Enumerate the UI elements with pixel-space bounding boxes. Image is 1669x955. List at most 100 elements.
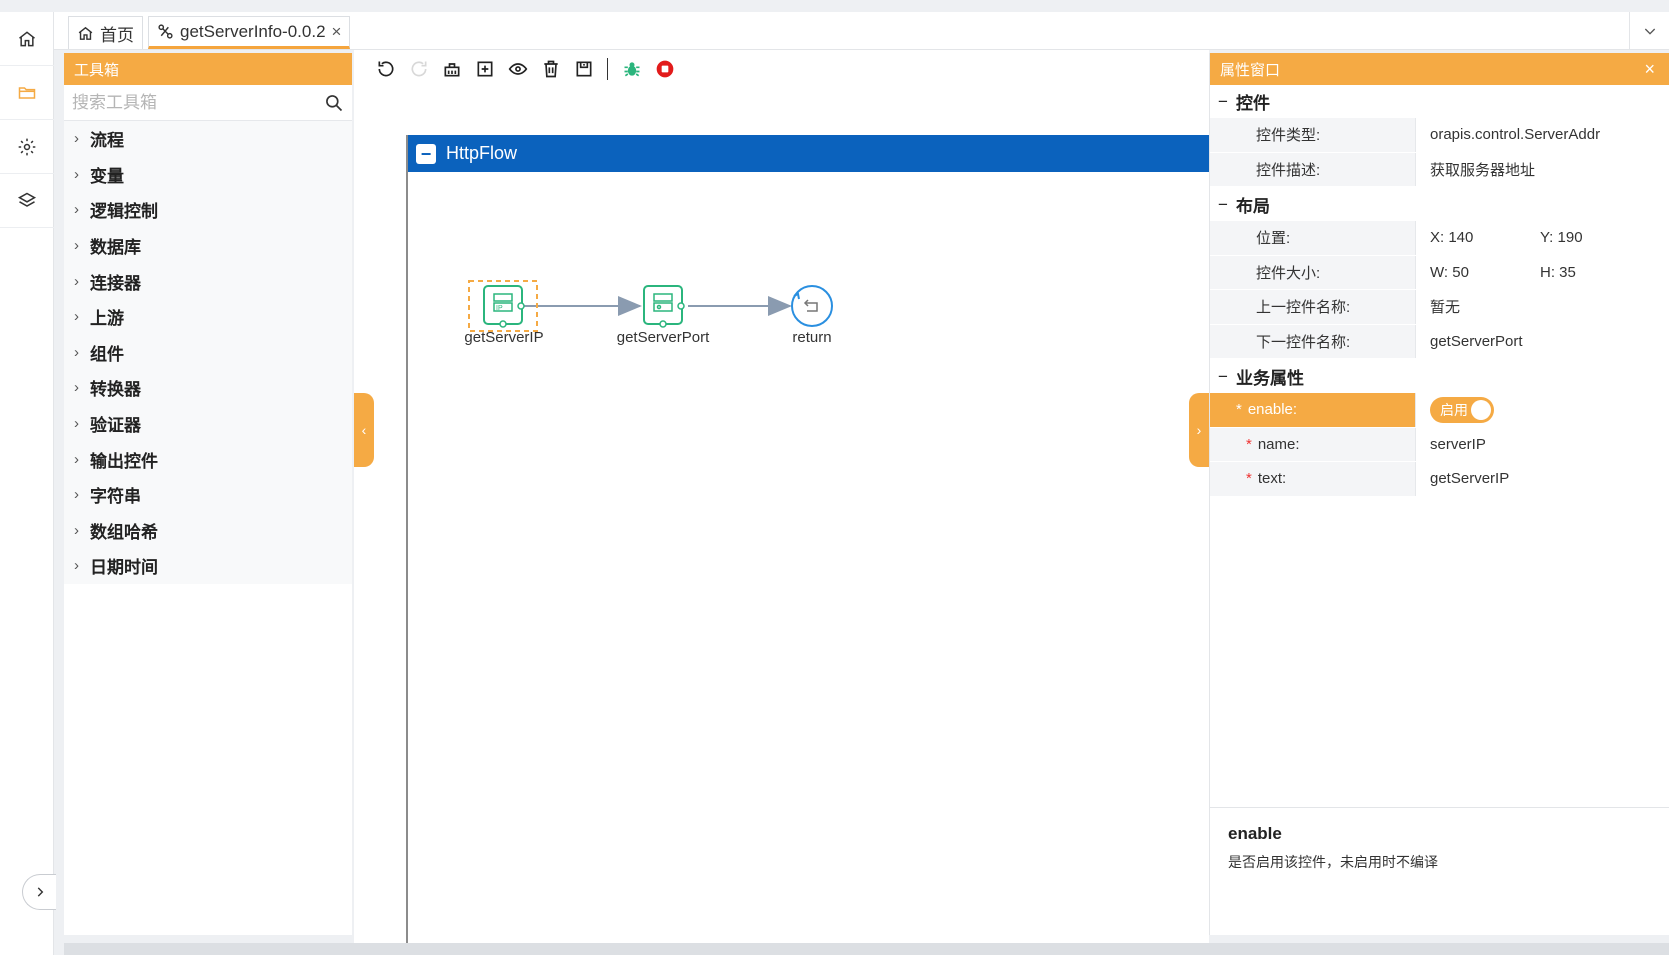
undo-button[interactable] <box>376 59 396 79</box>
toolbox-panel: 工具箱 › 流程 › 变量 › 逻辑控制 › 数据库 › 连接器 › 上游 › 组件 › 转换器… <box>64 53 352 935</box>
chevron-right-icon: › <box>74 415 79 433</box>
tree-item-label: 输出控件 <box>90 451 158 471</box>
node-label-getserverport: getServerPort <box>616 329 710 346</box>
prop-row-text[interactable]: * text: getServerIP <box>1210 462 1669 497</box>
tree-item-label: 连接器 <box>90 273 141 293</box>
layers-icon <box>17 192 37 207</box>
rail-expand-button[interactable] <box>22 874 56 910</box>
tab-getserverinfo-label: getServerInfo-0.0.2 <box>180 21 326 41</box>
tree-item-flow[interactable]: › 流程 <box>64 121 352 157</box>
tree-item-variable[interactable]: › 变量 <box>64 157 352 193</box>
text-field[interactable]: getServerIP <box>1416 462 1669 496</box>
stop-icon <box>656 60 674 78</box>
fit-button[interactable] <box>475 59 495 79</box>
tab-bar: 首页 getServerInfo-0.0.2 × <box>54 12 1669 50</box>
prop-key: 位置: <box>1210 221 1416 255</box>
tree-item-label: 数组哈希 <box>90 522 158 542</box>
toolbox-search-input[interactable] <box>64 85 352 120</box>
help-box: enable 是否启用该控件，未启用时不编译 <box>1210 807 1669 935</box>
tab-home-label: 首页 <box>100 25 134 45</box>
chevron-right-icon: › <box>74 237 79 255</box>
chevron-down-icon <box>1644 28 1655 35</box>
help-text: 是否启用该控件，未启用时不编译 <box>1228 854 1438 870</box>
flow-diagram: IP <box>468 280 833 332</box>
delete-button[interactable] <box>541 59 561 79</box>
save-button[interactable] <box>574 59 594 79</box>
name-field[interactable]: serverIP <box>1416 427 1669 461</box>
debug-button[interactable] <box>622 59 642 79</box>
required-mark: * <box>1236 401 1242 419</box>
chevron-right-icon: › <box>74 379 79 397</box>
tree-item-converter[interactable]: › 转换器 <box>64 370 352 406</box>
horizontal-scrollbar[interactable] <box>64 943 1669 955</box>
rail-settings[interactable] <box>0 120 54 174</box>
chevron-right-icon: › <box>74 308 79 326</box>
collapse-flow-button[interactable]: − <box>416 143 436 164</box>
gear-icon <box>18 138 36 155</box>
size-h: H: 35 <box>1540 263 1576 281</box>
prop-row-desc: 控件描述: 获取服务器地址 <box>1210 152 1669 187</box>
prop-row-next: 下一控件名称: getServerPort <box>1210 324 1669 359</box>
prop-row-size: 控件大小: W: 50 H: 35 <box>1210 255 1669 290</box>
prop-row-position: 位置: X: 140 Y: 190 <box>1210 221 1669 256</box>
tree-item-array-hash[interactable]: › 数组哈希 <box>64 513 352 549</box>
section-title: 业务属性 <box>1236 369 1304 388</box>
search-icon[interactable] <box>324 93 344 113</box>
properties-panel: 属性窗口 × − 控件 控件类型: orapis.control.ServerAd… <box>1209 53 1669 935</box>
clear-button[interactable] <box>442 59 462 79</box>
required-mark: * <box>1246 470 1252 488</box>
chevron-right-icon: › <box>74 130 79 148</box>
tab-getserverinfo[interactable]: getServerInfo-0.0.2 × <box>148 16 351 49</box>
stop-button[interactable] <box>655 59 675 79</box>
tree-item-database[interactable]: › 数据库 <box>64 228 352 264</box>
folder-icon <box>18 86 36 99</box>
prop-row-name[interactable]: * name: serverIP <box>1210 427 1669 462</box>
prop-row-prev: 上一控件名称: 暂无 <box>1210 290 1669 325</box>
chevron-right-icon: › <box>74 343 79 361</box>
tree-item-validator[interactable]: › 验证器 <box>64 406 352 442</box>
chevron-right-icon: › <box>74 272 79 290</box>
top-strip <box>0 0 1669 12</box>
tab-dropdown-button[interactable] <box>1629 12 1669 50</box>
tree-item-logic[interactable]: › 逻辑控制 <box>64 192 352 228</box>
section-business[interactable]: − 业务属性 <box>1210 360 1669 393</box>
prop-value: X: 140 Y: 190 <box>1416 221 1669 255</box>
tree-item-component[interactable]: › 组件 <box>64 335 352 371</box>
props-title: 属性窗口 <box>1220 61 1281 79</box>
rail-home[interactable] <box>0 12 54 66</box>
props-close-button[interactable]: × <box>1644 59 1655 80</box>
section-control[interactable]: − 控件 <box>1210 85 1669 118</box>
tree-item-label: 流程 <box>90 131 124 151</box>
node-return[interactable] <box>791 285 833 327</box>
enable-toggle[interactable]: 启用 <box>1430 396 1494 423</box>
rail-folder[interactable] <box>0 66 54 120</box>
clear-icon <box>444 63 460 77</box>
section-layout[interactable]: − 布局 <box>1210 188 1669 221</box>
toolbox-search <box>64 85 352 121</box>
svg-text:IP: IP <box>496 305 503 312</box>
chevron-right-icon: › <box>74 521 79 539</box>
tab-close-button[interactable]: × <box>332 22 342 42</box>
rail-layers[interactable] <box>0 174 54 228</box>
canvas-toolbar <box>354 50 1209 88</box>
prop-value: 获取服务器地址 <box>1416 152 1669 186</box>
preview-button[interactable] <box>508 59 528 79</box>
tree-item-string[interactable]: › 字符串 <box>64 477 352 513</box>
collapse-props-button[interactable]: › <box>1189 393 1209 467</box>
prop-key: 控件大小: <box>1210 255 1416 289</box>
chevron-right-icon: › <box>1196 422 1202 438</box>
tree-item-connector[interactable]: › 连接器 <box>64 263 352 299</box>
tree-item-upstream[interactable]: › 上游 <box>64 299 352 335</box>
collapse-icon: − <box>1218 366 1228 386</box>
node-getserverport[interactable] <box>643 285 685 328</box>
collapse-toolbox-button[interactable]: ‹ <box>354 393 374 467</box>
tree-item-datetime[interactable]: › 日期时间 <box>64 548 352 584</box>
prop-row-enable[interactable]: * enable: 启用 <box>1210 393 1669 428</box>
flow-icon <box>158 24 173 39</box>
prop-value: W: 50 H: 35 <box>1416 255 1669 289</box>
flow-header: − HttpFlow <box>408 135 1209 172</box>
tree-item-output[interactable]: › 输出控件 <box>64 441 352 477</box>
tab-home[interactable]: 首页 <box>68 16 143 49</box>
redo-button[interactable] <box>409 59 429 79</box>
prop-key: 下一控件名称: <box>1210 324 1416 358</box>
